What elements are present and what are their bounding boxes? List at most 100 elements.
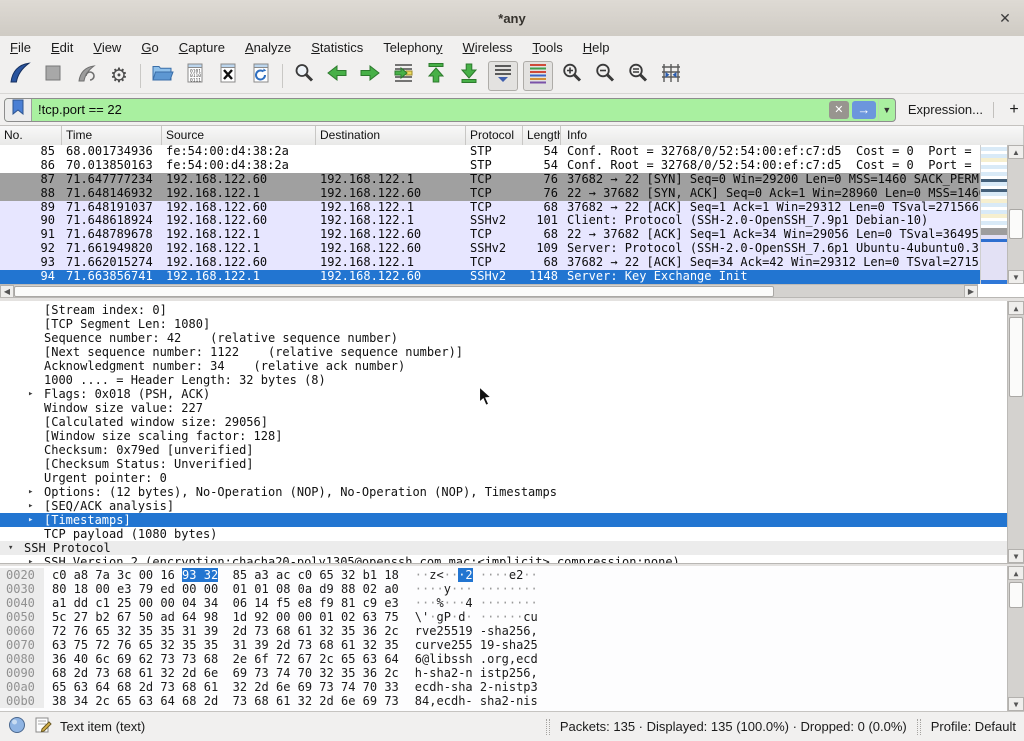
hex-row-0080[interactable]: 008036 40 6c 69 62 73 73 68 2e 6f 72 67 … (0, 652, 1024, 666)
filter-history-dropdown[interactable]: ▼ (878, 99, 895, 121)
hex-row-0030[interactable]: 003080 18 00 e3 79 ed 00 00 01 01 08 0a … (0, 582, 1024, 596)
packet-row-88[interactable]: 8871.648146932192.168.122.1192.168.122.6… (0, 187, 980, 201)
expert-info-icon[interactable] (8, 716, 26, 737)
scroll-thumb[interactable] (1009, 582, 1023, 608)
detail-line[interactable]: ▾SSH Protocol (0, 541, 1024, 555)
scroll-thumb[interactable] (1009, 209, 1023, 239)
display-filter-input[interactable]: !tcp.port == 22 ✕ → ▼ (4, 98, 896, 122)
detail-line[interactable]: [Stream index: 0] (0, 303, 1024, 317)
find-packet-button[interactable] (290, 62, 318, 90)
go-to-bottom-button[interactable] (455, 62, 483, 90)
scroll-up-arrow[interactable]: ▲ (1008, 566, 1024, 580)
expand-twisty-icon[interactable]: ▸ (28, 513, 44, 527)
packet-row-90[interactable]: 9071.648618924192.168.122.60192.168.122.… (0, 214, 980, 228)
save-file-button[interactable]: 010101100111 (181, 62, 209, 90)
scroll-down-arrow[interactable]: ▼ (1008, 549, 1024, 563)
filter-bookmark-button[interactable] (5, 99, 32, 121)
detail-line[interactable]: ▸[SEQ/ACK analysis] (0, 499, 1024, 513)
expand-twisty-icon[interactable]: ▸ (28, 485, 44, 499)
go-to-packet-button[interactable] (389, 62, 417, 90)
scroll-up-arrow[interactable]: ▲ (1008, 301, 1024, 315)
go-back-button[interactable] (323, 62, 351, 90)
menu-help[interactable]: Help (573, 38, 620, 57)
detail-line[interactable]: [Window size scaling factor: 128] (0, 429, 1024, 443)
column-header-length[interactable]: Length (523, 126, 561, 145)
hex-row-0050[interactable]: 00505c 27 b2 67 50 ad 64 98 1d 92 00 00 … (0, 610, 1024, 624)
scroll-thumb[interactable] (14, 286, 774, 297)
start-capture-button[interactable] (6, 62, 34, 90)
menu-edit[interactable]: Edit (41, 38, 83, 57)
detail-line[interactable]: Window size value: 227 (0, 401, 1024, 415)
go-to-top-button[interactable] (422, 62, 450, 90)
capture-options-button[interactable]: ⚙ (105, 62, 133, 90)
menu-tools[interactable]: Tools (522, 38, 572, 57)
detail-line[interactable]: Checksum: 0x79ed [unverified] (0, 443, 1024, 457)
menu-wireless[interactable]: Wireless (453, 38, 523, 57)
column-header-source[interactable]: Source (162, 126, 316, 145)
resize-columns-button[interactable] (657, 62, 685, 90)
hex-row-0060[interactable]: 006072 76 65 32 35 35 31 39 2d 73 68 61 … (0, 624, 1024, 638)
hex-row-00a0[interactable]: 00a065 63 64 68 2d 73 68 61 32 2d 6e 69 … (0, 680, 1024, 694)
scroll-down-arrow[interactable]: ▼ (1008, 697, 1024, 711)
column-header-time[interactable]: Time (62, 126, 162, 145)
hex-vertical-scrollbar[interactable]: ▲ ▼ (1007, 566, 1024, 711)
zoom-in-button[interactable] (558, 62, 586, 90)
packet-row-94[interactable]: 9471.663856741192.168.122.1192.168.122.6… (0, 270, 980, 284)
packet-list-horizontal-scrollbar[interactable]: ◀ ▶ (0, 284, 978, 298)
packet-row-87[interactable]: 8771.647777234192.168.122.60192.168.122.… (0, 173, 980, 187)
hex-row-00b0[interactable]: 00b038 34 2c 65 63 64 68 2d 73 68 61 32 … (0, 694, 1024, 708)
stop-capture-button[interactable] (39, 62, 67, 90)
packet-row-92[interactable]: 9271.661949820192.168.122.1192.168.122.6… (0, 242, 980, 256)
close-file-button[interactable] (214, 62, 242, 90)
menu-telephony[interactable]: Telephony (373, 38, 452, 57)
menu-file[interactable]: File (0, 38, 41, 57)
column-header-destination[interactable]: Destination (316, 126, 466, 145)
close-window-button[interactable]: ✕ (996, 9, 1014, 27)
detail-line[interactable]: [Calculated window size: 29056] (0, 415, 1024, 429)
expand-twisty-icon[interactable]: ▾ (8, 541, 24, 555)
detail-line[interactable]: 1000 .... = Header Length: 32 bytes (8) (0, 373, 1024, 387)
go-forward-button[interactable] (356, 62, 384, 90)
menu-go[interactable]: Go (131, 38, 168, 57)
open-file-button[interactable] (148, 62, 176, 90)
zoom-out-button[interactable] (591, 62, 619, 90)
expression-button[interactable]: Expression... (908, 102, 983, 117)
capture-comment-icon[interactable] (34, 716, 52, 737)
zoom-original-button[interactable] (624, 62, 652, 90)
expand-twisty-icon[interactable]: ▸ (28, 499, 44, 513)
apply-filter-button[interactable]: → (852, 101, 876, 119)
auto-scroll-toggle[interactable] (488, 61, 518, 91)
scroll-down-arrow[interactable]: ▼ (1008, 270, 1024, 284)
hex-row-0090[interactable]: 009068 2d 73 68 61 32 2d 6e 69 73 74 70 … (0, 666, 1024, 680)
packet-row-93[interactable]: 9371.662015274192.168.122.60192.168.122.… (0, 256, 980, 270)
colorize-toggle[interactable] (523, 61, 553, 91)
detail-line[interactable]: [Next sequence number: 1122 (relative se… (0, 345, 1024, 359)
menu-statistics[interactable]: Statistics (301, 38, 373, 57)
packet-row-89[interactable]: 8971.648191037192.168.122.60192.168.122.… (0, 201, 980, 215)
detail-line[interactable]: ▸Options: (12 bytes), No-Operation (NOP)… (0, 485, 1024, 499)
packet-list-vertical-scrollbar[interactable]: ▲ ▼ (1007, 145, 1024, 284)
detail-line[interactable]: ▸SSH Version 2 (encryption:chacha20-poly… (0, 555, 1024, 563)
hex-row-0040[interactable]: 0040a1 dd c1 25 00 00 04 34 06 14 f5 e8 … (0, 596, 1024, 610)
column-header-no[interactable]: No. (0, 126, 62, 145)
hex-row-0020[interactable]: 0020c0 a8 7a 3c 00 16 93 32 85 a3 ac c0 … (0, 568, 1024, 582)
detail-line[interactable]: [TCP Segment Len: 1080] (0, 317, 1024, 331)
profile-selector[interactable]: Profile: Default (931, 719, 1016, 734)
detail-line[interactable]: ▸[Timestamps] (0, 513, 1024, 527)
expand-twisty-icon[interactable]: ▸ (28, 387, 44, 401)
clear-filter-button[interactable]: ✕ (829, 101, 849, 119)
details-vertical-scrollbar[interactable]: ▲ ▼ (1007, 301, 1024, 563)
menu-capture[interactable]: Capture (169, 38, 235, 57)
detail-line[interactable]: TCP payload (1080 bytes) (0, 527, 1024, 541)
packet-row-86[interactable]: 8670.013850163fe:54:00:d4:38:2aSTP54Conf… (0, 159, 980, 173)
reload-file-button[interactable] (247, 62, 275, 90)
detail-line[interactable]: [Checksum Status: Unverified] (0, 457, 1024, 471)
column-header-info[interactable]: Info (561, 126, 1024, 145)
column-header-protocol[interactable]: Protocol (466, 126, 523, 145)
detail-line[interactable]: Sequence number: 42 (relative sequence n… (0, 331, 1024, 345)
packet-row-85[interactable]: 8568.001734936fe:54:00:d4:38:2aSTP54Conf… (0, 145, 980, 159)
detail-line[interactable]: Acknowledgment number: 34 (relative ack … (0, 359, 1024, 373)
expand-twisty-icon[interactable]: ▸ (28, 555, 44, 563)
add-filter-button[interactable]: + (1004, 101, 1024, 119)
scroll-up-arrow[interactable]: ▲ (1008, 145, 1024, 159)
